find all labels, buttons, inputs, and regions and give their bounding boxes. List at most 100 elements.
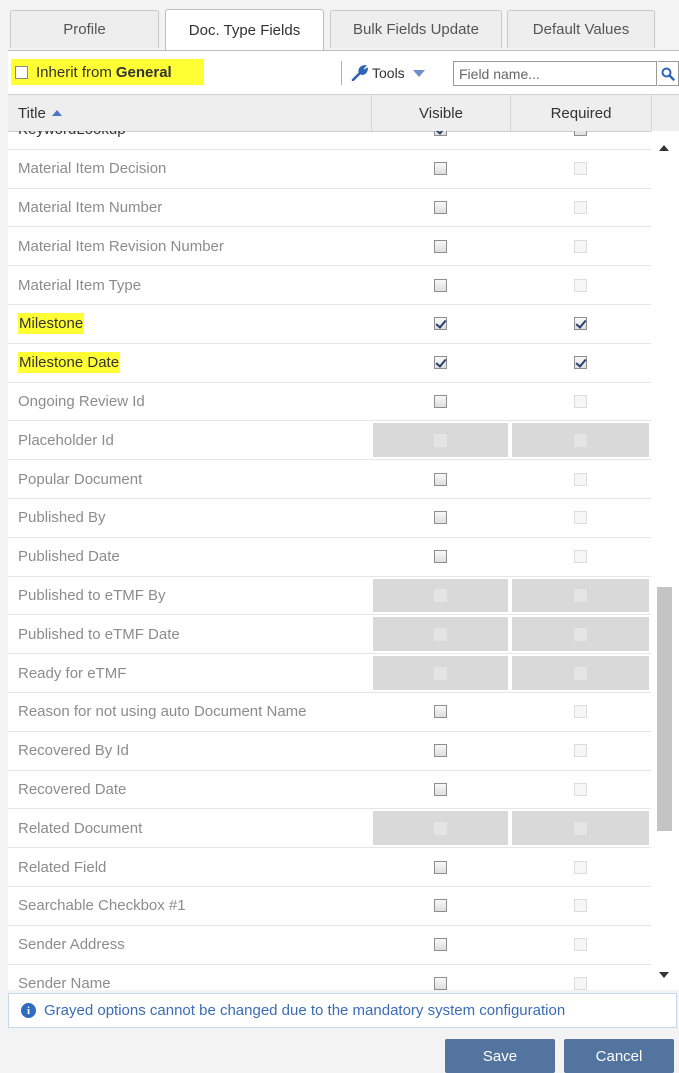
visible-checkbox[interactable] xyxy=(434,860,447,874)
required-cell xyxy=(510,383,651,421)
scroll-down-arrow-icon[interactable] xyxy=(659,972,669,978)
field-title-text: Related Field xyxy=(18,858,107,876)
table-row: Sender Address xyxy=(8,926,651,965)
visible-cell xyxy=(371,809,510,848)
search-button[interactable] xyxy=(658,61,679,86)
tab-default-values[interactable]: Default Values xyxy=(507,10,655,48)
visible-checkbox[interactable] xyxy=(434,976,447,990)
required-cell xyxy=(510,421,651,460)
field-title: Searchable Checkbox #1 xyxy=(8,887,371,925)
table-row: Sender Name xyxy=(8,965,651,990)
visible-cell xyxy=(371,189,510,227)
field-title: Related Document xyxy=(8,809,371,847)
visible-cell xyxy=(371,383,510,421)
visible-checkbox[interactable] xyxy=(434,782,447,796)
tools-label: Tools xyxy=(372,65,405,81)
visible-cell xyxy=(371,150,510,188)
required-checkbox xyxy=(574,239,587,253)
required-checkbox xyxy=(574,433,587,447)
tab-profile[interactable]: Profile xyxy=(10,10,159,48)
required-checkbox[interactable] xyxy=(574,131,587,137)
visible-checkbox[interactable] xyxy=(434,278,447,292)
grid-header: Title Visible Required xyxy=(8,95,679,132)
visible-checkbox[interactable] xyxy=(434,550,447,564)
visible-checkbox[interactable] xyxy=(434,899,447,913)
tab-bulk-fields-update[interactable]: Bulk Fields Update xyxy=(330,10,502,48)
inherit-toggle[interactable]: Inherit from General xyxy=(11,59,204,85)
required-checkbox[interactable] xyxy=(574,317,587,331)
visible-cell xyxy=(371,421,510,460)
visible-cell xyxy=(371,576,510,615)
field-title-text: Searchable Checkbox #1 xyxy=(18,897,186,915)
required-checkbox xyxy=(574,860,587,874)
visible-cell xyxy=(371,926,510,964)
required-checkbox xyxy=(574,938,587,952)
tools-caret-icon xyxy=(412,69,425,77)
table-row: Published By xyxy=(8,499,651,538)
search-icon xyxy=(661,67,675,81)
field-title-text: Recovered By Id xyxy=(18,742,129,760)
field-title-text: Reason for not using auto Document Name xyxy=(18,703,307,721)
scroll-thumb[interactable] xyxy=(657,587,672,831)
visible-checkbox[interactable] xyxy=(434,200,447,214)
required-checkbox xyxy=(574,705,587,719)
visible-cell xyxy=(371,732,510,770)
visible-checkbox[interactable] xyxy=(434,239,447,253)
required-cell xyxy=(510,809,651,848)
column-header-visible[interactable]: Visible xyxy=(371,95,510,131)
field-title: Ongoing Review Id xyxy=(8,383,371,421)
field-title-text: Placeholder Id xyxy=(18,431,114,449)
required-cell xyxy=(510,189,651,227)
table-row: Ready for eTMF xyxy=(8,654,651,693)
required-checkbox[interactable] xyxy=(574,356,587,370)
inherit-label: Inherit from xyxy=(36,63,112,81)
column-header-required[interactable]: Required xyxy=(510,95,651,131)
required-checkbox xyxy=(574,744,587,758)
table-row: Popular Document xyxy=(8,460,651,499)
visible-checkbox[interactable] xyxy=(434,511,447,525)
visible-cell xyxy=(371,460,510,498)
visible-checkbox[interactable] xyxy=(434,472,447,486)
vertical-scrollbar[interactable] xyxy=(651,131,679,990)
tools-menu-button[interactable]: Tools xyxy=(351,61,425,85)
visible-checkbox[interactable] xyxy=(434,394,447,408)
visible-cell xyxy=(371,965,510,990)
visible-checkbox[interactable] xyxy=(434,317,447,331)
table-row: Published Date xyxy=(8,538,651,577)
visible-cell xyxy=(371,499,510,537)
required-checkbox xyxy=(574,821,587,835)
required-cell xyxy=(510,693,651,731)
table-row: Searchable Checkbox #1 xyxy=(8,887,651,926)
field-name-search-input[interactable] xyxy=(453,61,657,86)
visible-checkbox[interactable] xyxy=(434,744,447,758)
toolbar: Inherit from General Tools xyxy=(8,50,679,95)
required-checkbox xyxy=(574,666,587,680)
required-cell xyxy=(510,150,651,188)
tab-doc-type-fields[interactable]: Doc. Type Fields xyxy=(165,9,324,50)
required-cell xyxy=(510,266,651,304)
required-cell xyxy=(510,576,651,615)
visible-checkbox[interactable] xyxy=(434,162,447,176)
scroll-up-arrow-icon[interactable] xyxy=(659,145,669,151)
table-row: Related Document xyxy=(8,809,651,849)
required-cell xyxy=(510,344,651,382)
field-title: Recovered Date xyxy=(8,771,371,809)
visible-checkbox[interactable] xyxy=(434,938,447,952)
visible-checkbox xyxy=(434,433,447,447)
info-icon: i xyxy=(21,1003,36,1018)
required-cell xyxy=(510,654,651,692)
field-title: Published to eTMF By xyxy=(8,577,371,615)
column-header-title[interactable]: Title xyxy=(8,95,371,131)
field-title: Material Item Revision Number xyxy=(8,227,371,265)
visible-checkbox[interactable] xyxy=(434,356,447,370)
cancel-button[interactable]: Cancel xyxy=(564,1039,674,1073)
visible-checkbox[interactable] xyxy=(434,131,447,137)
inherit-checkbox[interactable] xyxy=(15,65,28,79)
visible-cell xyxy=(371,654,510,692)
table-row: Material Item Decision xyxy=(8,150,651,189)
save-button[interactable]: Save xyxy=(445,1039,555,1073)
field-title-text: Milestone Date xyxy=(18,352,121,374)
field-title-text: Popular Document xyxy=(18,470,143,488)
visible-checkbox[interactable] xyxy=(434,705,447,719)
field-title: Related Field xyxy=(8,848,371,886)
